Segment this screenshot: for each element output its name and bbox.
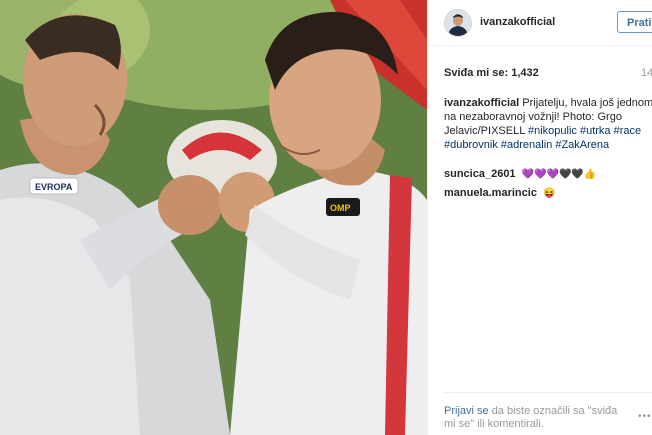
post-photo[interactable]: EVROPA OMP bbox=[0, 0, 427, 435]
post-header: ivanzakofficial Prati bbox=[428, 0, 652, 46]
comment-item: suncica_2601 💜💜💜🖤🖤👍 bbox=[444, 168, 596, 180]
avatar[interactable] bbox=[444, 9, 472, 37]
login-prompt: Prijavi se da biste označili sa "sviđa m… bbox=[444, 405, 629, 431]
hashtag-link[interactable]: #utrka bbox=[580, 125, 611, 137]
suit-patch-right: OMP bbox=[330, 203, 351, 213]
follow-button[interactable]: Prati bbox=[617, 11, 652, 33]
likes-count[interactable]: Sviđa mi se: 1,432 bbox=[444, 67, 539, 79]
comment-username[interactable]: manuela.marincic bbox=[444, 187, 537, 199]
caption-author[interactable]: ivanzakofficial bbox=[444, 97, 519, 109]
more-options-icon[interactable]: ••• bbox=[638, 411, 652, 422]
hashtag-link[interactable]: #dubrovnik bbox=[444, 139, 498, 151]
photo-illustration: EVROPA OMP bbox=[0, 0, 427, 435]
post-username[interactable]: ivanzakofficial bbox=[480, 16, 555, 28]
suit-patch-left: EVROPA bbox=[35, 182, 73, 192]
hashtag-link[interactable]: #nikopulic bbox=[528, 125, 577, 137]
comment-text: 💜💜💜🖤🖤👍 bbox=[521, 169, 597, 180]
post-caption: ivanzakofficial Prijatelju, hvala još je… bbox=[444, 96, 652, 152]
comment-username[interactable]: suncica_2601 bbox=[444, 168, 516, 180]
divider bbox=[444, 392, 652, 393]
avatar-icon bbox=[445, 10, 471, 36]
hashtag-link[interactable]: #ZakArena bbox=[555, 139, 609, 151]
hashtag-link[interactable]: #race bbox=[614, 125, 642, 137]
login-link[interactable]: Prijavi se bbox=[444, 405, 489, 417]
hashtag-link[interactable]: #adrenalin bbox=[501, 139, 552, 151]
comment-item: manuela.marincic 😝 bbox=[444, 187, 555, 199]
comment-text: 😝 bbox=[543, 188, 556, 199]
post-timestamp[interactable]: 14 bbox=[641, 67, 652, 79]
post-sidebar: ivanzakofficial Prati Sviđa mi se: 1,432… bbox=[427, 0, 652, 435]
